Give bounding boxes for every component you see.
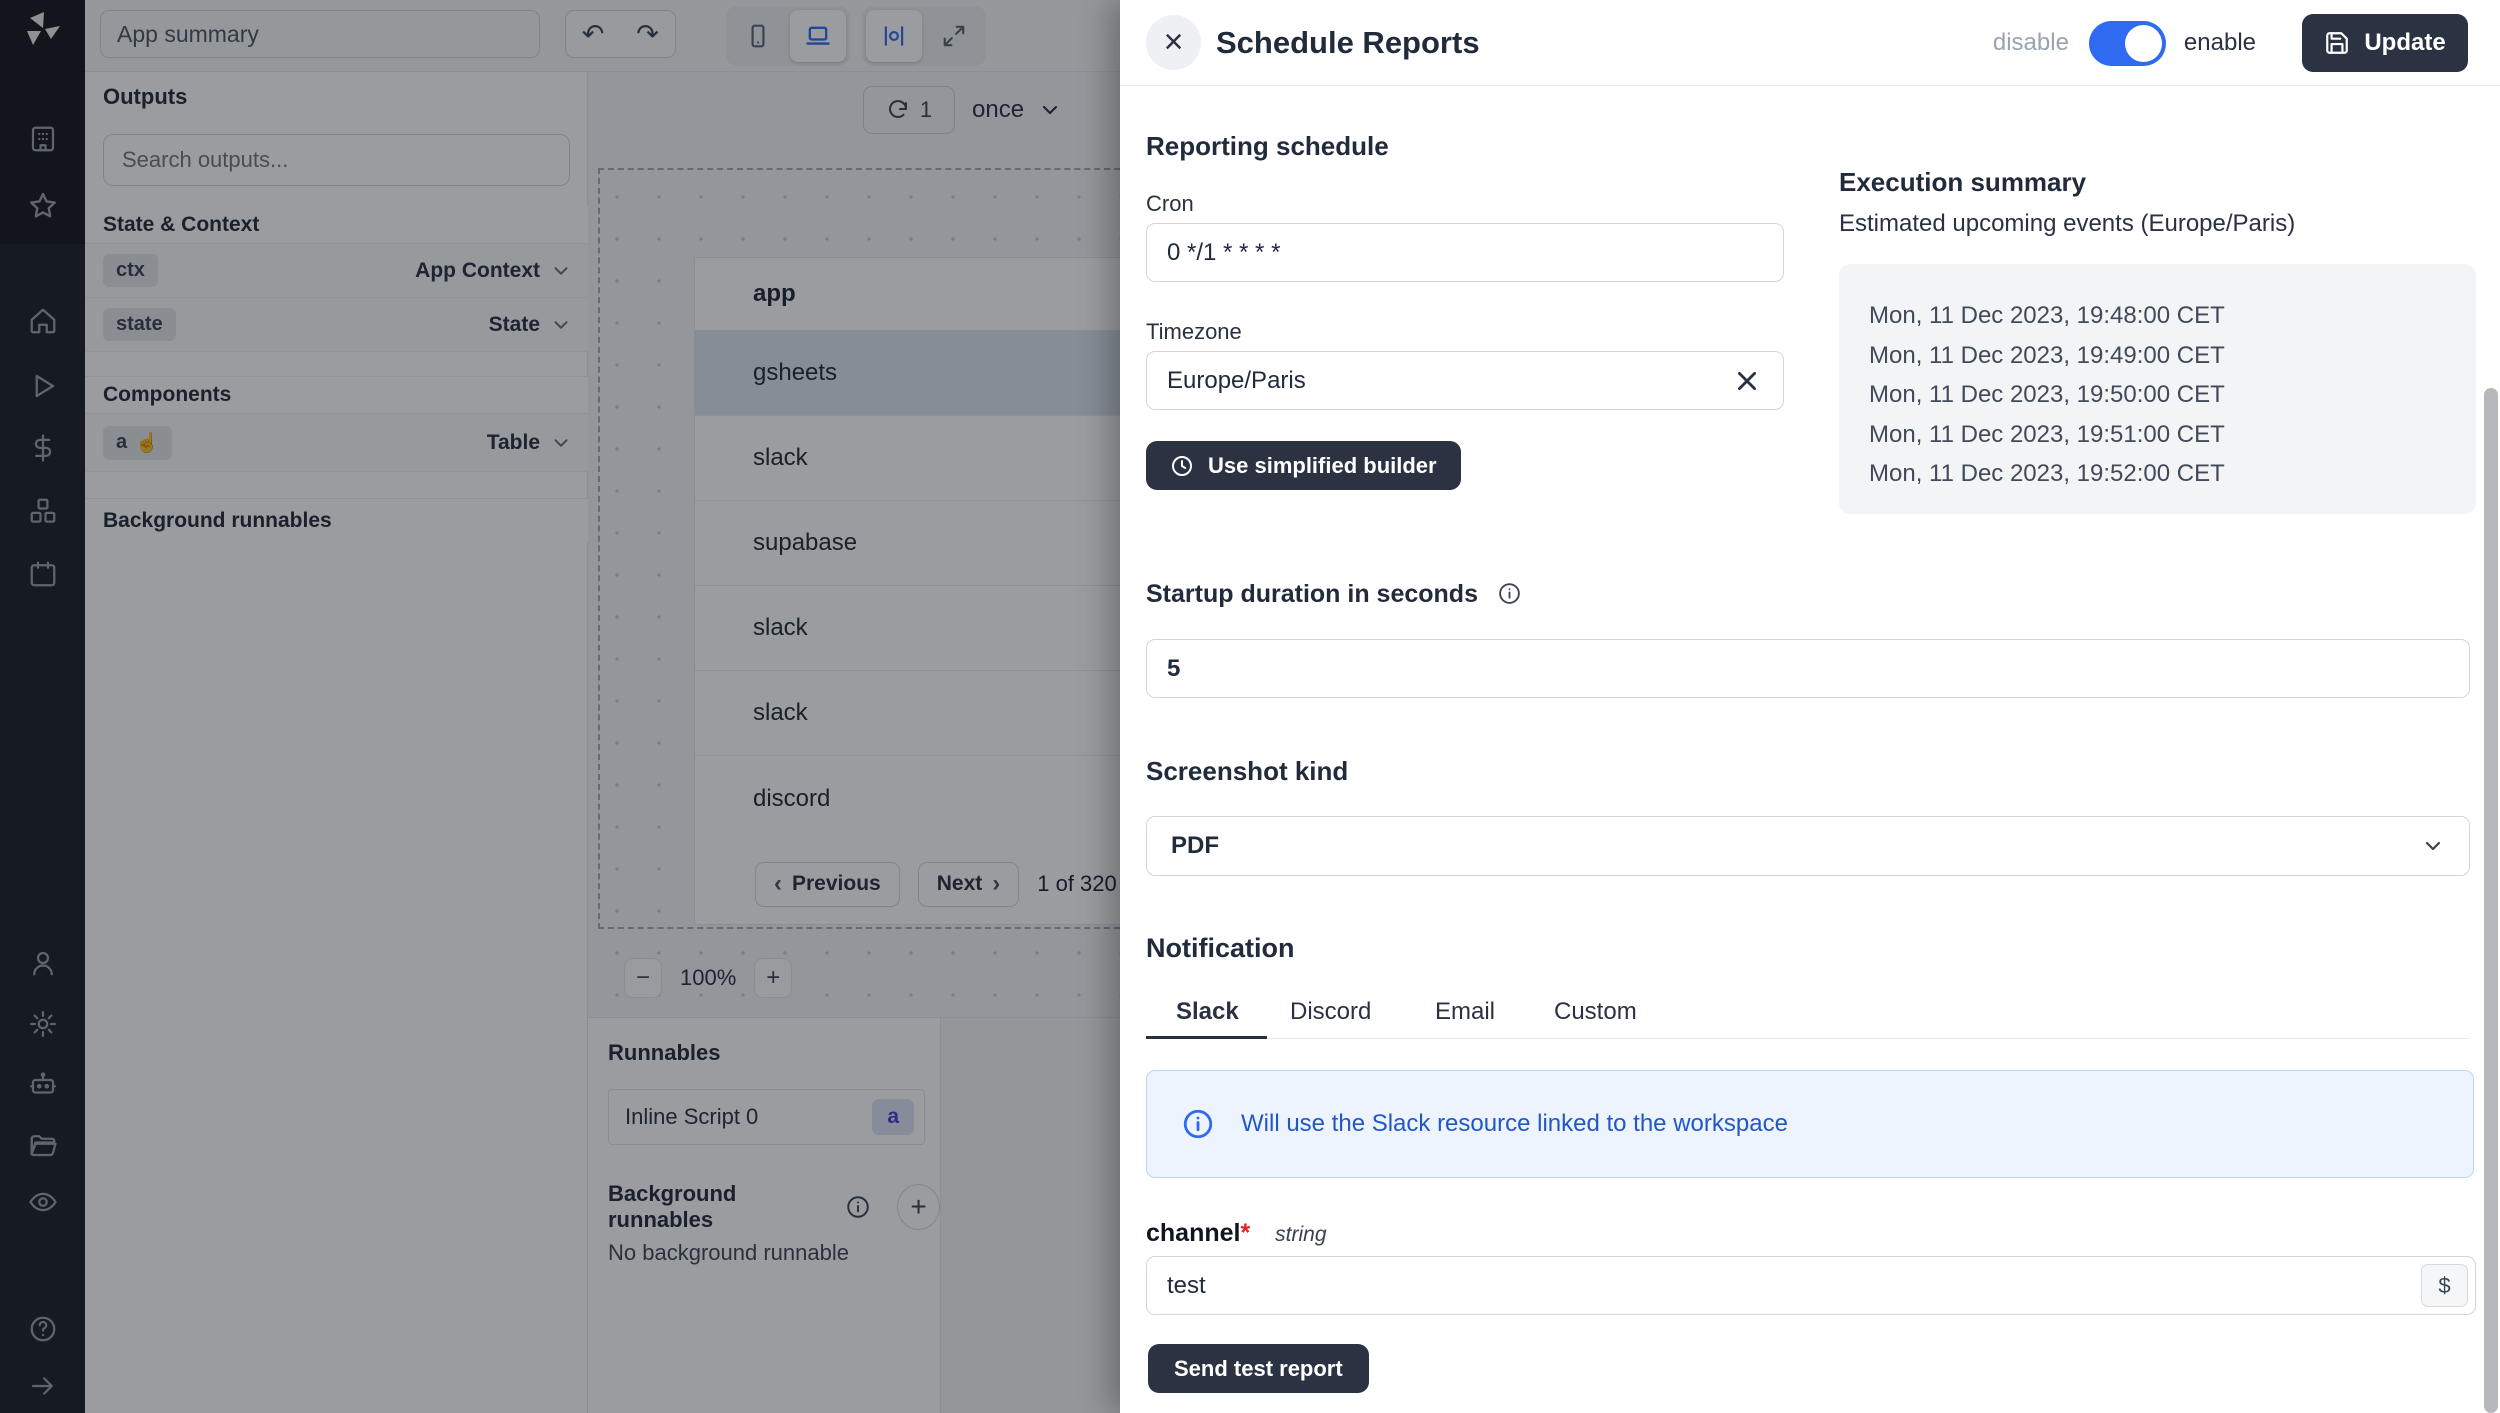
info-icon [1181, 1107, 1215, 1141]
startup-duration-label: Startup duration in seconds [1146, 580, 1522, 609]
use-simplified-builder-button[interactable]: Use simplified builder [1146, 441, 1461, 490]
screenshot-kind-select[interactable]: PDF [1146, 816, 2470, 876]
clear-timezone-icon[interactable] [1734, 368, 1760, 394]
event-line: Mon, 11 Dec 2023, 19:49:00 CET [1869, 336, 2476, 376]
insert-variable-button[interactable]: $ [2421, 1264, 2468, 1307]
tabs-divider [1146, 1038, 2470, 1039]
tab-slack[interactable]: Slack [1176, 998, 1239, 1026]
event-line: Mon, 11 Dec 2023, 19:50:00 CET [1869, 375, 2476, 415]
close-icon: × [1164, 23, 1184, 62]
send-test-report-label: Send test report [1174, 1356, 1343, 1382]
modal-dim-overlay[interactable] [0, 0, 1120, 1413]
tab-discord[interactable]: Discord [1290, 998, 1371, 1026]
screenshot-kind-label: Screenshot kind [1146, 756, 1348, 787]
schedule-reports-drawer: × Schedule Reports disable enable Update… [1120, 0, 2500, 1413]
channel-label-text: channel [1146, 1219, 1240, 1247]
clock-icon [1170, 454, 1194, 478]
dollar-icon: $ [2438, 1273, 2450, 1299]
required-asterisk: * [1240, 1219, 1250, 1247]
event-line: Mon, 11 Dec 2023, 19:48:00 CET [1869, 296, 2476, 336]
channel-input[interactable] [1146, 1256, 2476, 1315]
execution-summary-title: Execution summary [1839, 167, 2086, 198]
event-line: Mon, 11 Dec 2023, 19:52:00 CET [1869, 454, 2476, 494]
event-line: Mon, 11 Dec 2023, 19:51:00 CET [1869, 415, 2476, 455]
startup-label-text: Startup duration in seconds [1146, 580, 1478, 608]
drawer-header-actions: disable enable Update [1993, 0, 2468, 86]
reporting-schedule-title: Reporting schedule [1146, 131, 1389, 162]
timezone-input[interactable] [1146, 351, 1784, 410]
toggle-knob [2125, 25, 2162, 62]
info-icon[interactable] [1497, 581, 1522, 606]
timezone-label: Timezone [1146, 319, 1242, 345]
startup-duration-input[interactable] [1146, 639, 2470, 698]
tab-custom[interactable]: Custom [1554, 998, 1637, 1026]
toggle-disable-label: disable [1993, 29, 2069, 57]
chevron-down-icon [2421, 834, 2445, 858]
drawer-scrollbar[interactable] [2484, 388, 2498, 1413]
channel-type-text: string [1275, 1223, 1326, 1246]
update-label: Update [2364, 29, 2445, 57]
cron-label: Cron [1146, 191, 1194, 217]
slack-info-alert: Will use the Slack resource linked to th… [1146, 1070, 2474, 1178]
screenshot-kind-value: PDF [1171, 832, 1219, 860]
execution-summary-subtitle: Estimated upcoming events (Europe/Paris) [1839, 210, 2295, 238]
alert-text: Will use the Slack resource linked to th… [1241, 1110, 1788, 1138]
enable-toggle[interactable] [2089, 21, 2166, 66]
drawer-title: Schedule Reports [1216, 0, 1480, 86]
save-icon [2324, 30, 2350, 56]
builder-label: Use simplified builder [1208, 453, 1437, 479]
tab-email[interactable]: Email [1435, 998, 1495, 1026]
upcoming-events-box: Mon, 11 Dec 2023, 19:48:00 CET Mon, 11 D… [1839, 264, 2476, 514]
cron-input[interactable] [1146, 223, 1784, 282]
update-button[interactable]: Update [2302, 14, 2468, 72]
active-tab-underline [1146, 1036, 1267, 1039]
close-drawer-button[interactable]: × [1146, 15, 1201, 70]
send-test-report-button[interactable]: Send test report [1148, 1344, 1369, 1393]
drawer-header: × Schedule Reports disable enable Update [1120, 0, 2500, 86]
toggle-enable-label: enable [2184, 29, 2256, 57]
notification-title: Notification [1146, 933, 1295, 964]
channel-field-label: channel* string [1146, 1219, 1327, 1248]
